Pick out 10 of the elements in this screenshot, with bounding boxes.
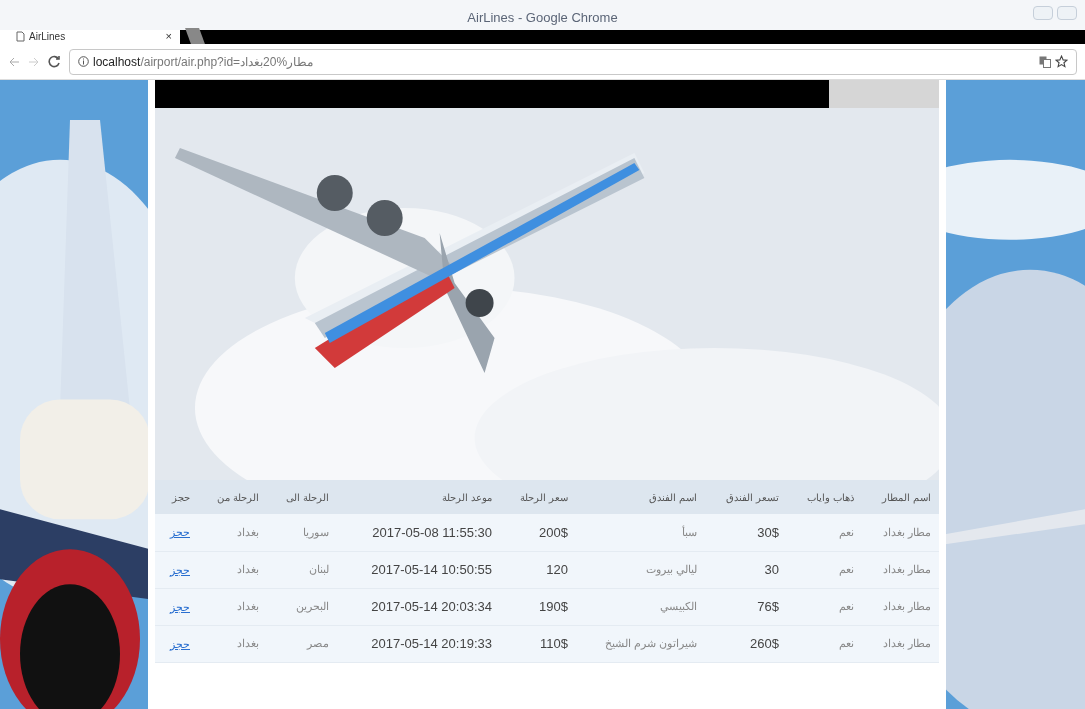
star-icon[interactable] [1055,55,1068,68]
back-icon[interactable] [8,55,20,68]
close-tab-button[interactable]: × [165,30,172,42]
tab-title: AirLines [29,29,67,44]
info-icon [78,56,89,67]
new-tab-button[interactable] [185,28,205,44]
translate-icon[interactable] [1039,55,1051,68]
reload-icon[interactable] [48,55,61,68]
window-title: AirLines - Google Chrome [467,9,618,27]
page-icon [16,30,25,42]
